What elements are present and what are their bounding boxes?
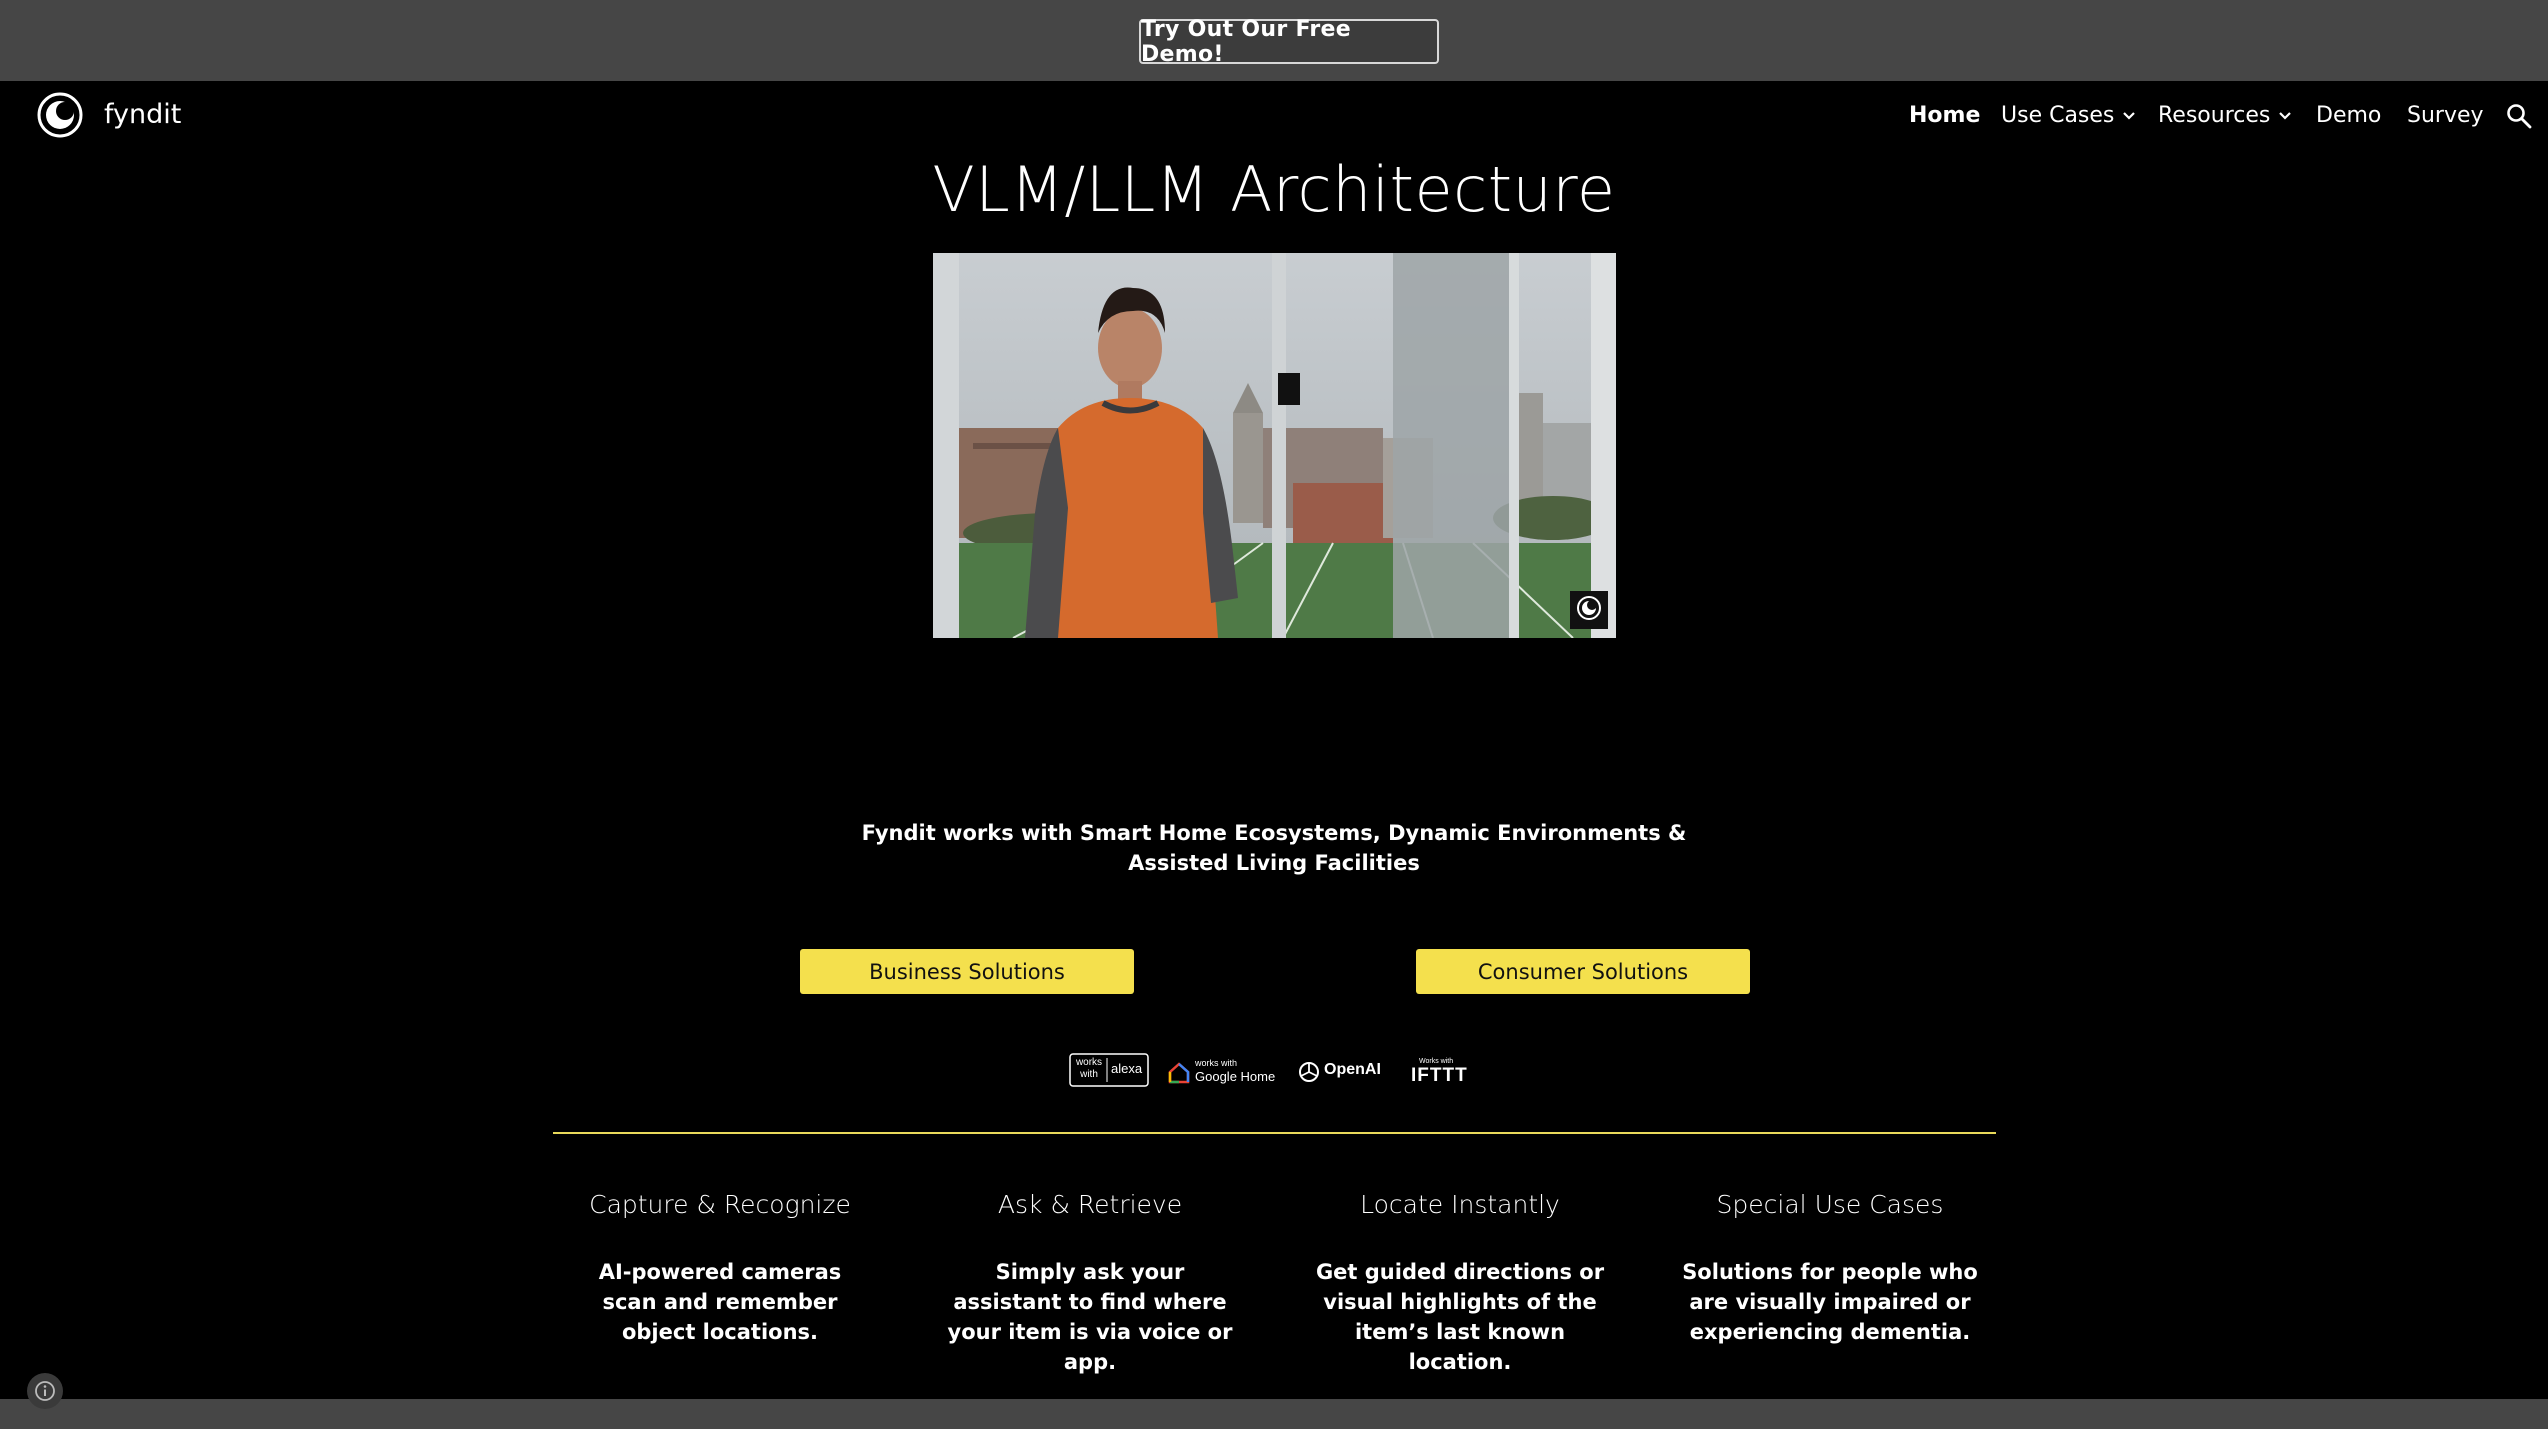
search-icon[interactable]	[2505, 102, 2533, 130]
nav-survey-label: Survey	[2407, 103, 2484, 128]
openai-label: OpenAI	[1324, 1061, 1381, 1078]
google-home-badge: works with Google Home	[1168, 1053, 1276, 1091]
google-home-small: works with	[1195, 1058, 1238, 1068]
nav-demo[interactable]: Demo	[2316, 103, 2381, 128]
section-divider	[553, 1132, 1996, 1134]
page-title: VLM/LLM Architecture	[932, 153, 1616, 226]
nav-resources[interactable]: Resources	[2158, 103, 2294, 128]
feature-locate: Locate Instantly Get guided directions o…	[1310, 1190, 1610, 1377]
feature-body: AI-powered cameras scan and remember obj…	[598, 1260, 842, 1344]
feature-ask: Ask & Retrieve Simply ask your assistant…	[940, 1190, 1240, 1377]
nav-resources-label: Resources	[2158, 103, 2271, 128]
nav-home-label: Home	[1909, 103, 1981, 128]
chevron-down-icon	[2123, 111, 2136, 120]
ifttt-badge: Works with IFTTT	[1411, 1053, 1471, 1091]
feature-body: Simply ask your assistant to find where …	[947, 1260, 1233, 1374]
nav-home[interactable]: Home	[1909, 103, 1980, 128]
tagline: Fyndit works with Smart Home Ecosystems,…	[861, 821, 1687, 875]
openai-icon	[1299, 1062, 1319, 1082]
feature-body: Solutions for people who are visually im…	[1682, 1260, 1978, 1344]
alexa-badge-with: with	[1080, 1069, 1098, 1080]
feature-title: Locate Instantly	[1360, 1190, 1560, 1219]
google-home-icon	[1168, 1062, 1190, 1084]
chevron-down-icon	[2279, 111, 2292, 120]
free-demo-button[interactable]: Try Out Our Free Demo!	[1139, 17, 1439, 67]
openai-badge: OpenAI	[1297, 1053, 1383, 1091]
feature-title: Capture & Recognize	[589, 1190, 851, 1219]
consumer-solutions-button[interactable]: Consumer Solutions	[1416, 949, 1750, 994]
brand-name[interactable]: fyndit	[104, 99, 181, 130]
ifttt-small: Works with	[1419, 1058, 1454, 1065]
feature-title: Special Use Cases	[1716, 1190, 1944, 1219]
feature-body: Get guided directions or visual highligh…	[1315, 1260, 1605, 1374]
navbar: fyndit Home Use Cases Resources Demo Sur…	[0, 81, 2548, 153]
site-info-button[interactable]	[27, 1373, 63, 1409]
nav-survey[interactable]: Survey	[2407, 103, 2484, 128]
bottom-bar	[0, 1399, 2548, 1429]
google-home-brand: Google Home	[1195, 1069, 1276, 1084]
feature-capture: Capture & Recognize AI-powered cameras s…	[570, 1190, 870, 1347]
feature-title: Ask & Retrieve	[997, 1190, 1183, 1219]
nav-use-cases[interactable]: Use Cases	[2001, 103, 2138, 128]
business-solutions-button[interactable]: Business Solutions	[800, 949, 1134, 994]
video-frame	[933, 253, 1616, 638]
nav-use-cases-label: Use Cases	[2001, 103, 2115, 128]
feature-special: Special Use Cases Solutions for people w…	[1680, 1190, 1980, 1347]
alexa-badge: works with alexa	[1069, 1053, 1149, 1091]
ifttt-brand: IFTTT	[1411, 1065, 1468, 1086]
fyndit-logo-icon[interactable]	[37, 92, 83, 138]
info-icon	[35, 1381, 55, 1401]
promo-bar: Try Out Our Free Demo!	[0, 0, 2548, 81]
alexa-badge-works: works	[1075, 1057, 1103, 1068]
alexa-badge-brand: alexa	[1111, 1061, 1143, 1076]
demo-video[interactable]	[933, 253, 1616, 638]
nav-demo-label: Demo	[2316, 103, 2382, 128]
